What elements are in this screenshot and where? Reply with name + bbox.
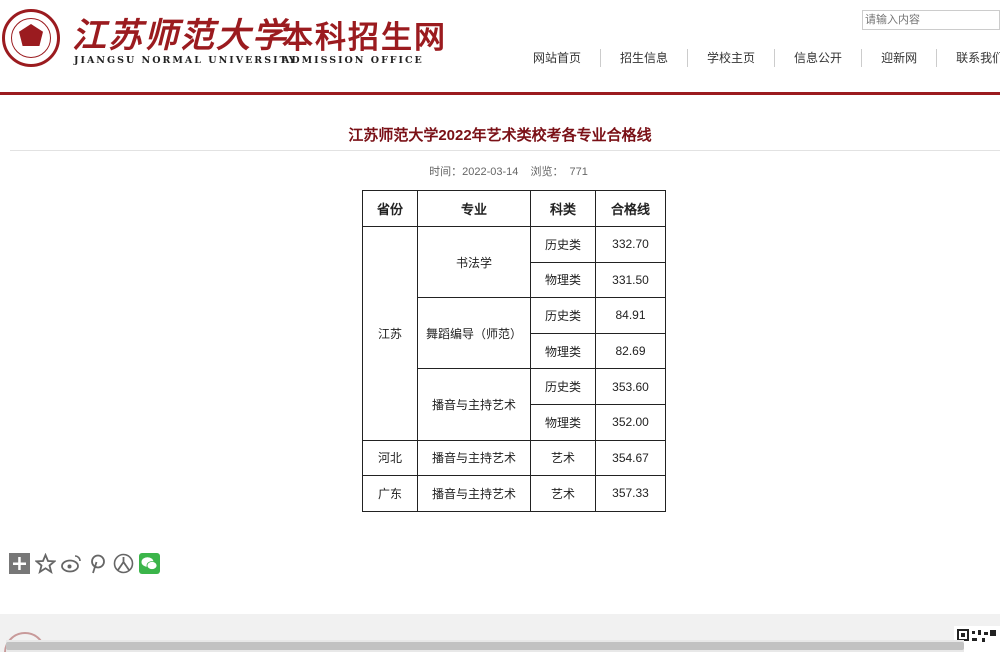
score-cell: 84.91 (595, 297, 666, 334)
article-title: 江苏师范大学2022年艺术类校考各专业合格线 (348, 127, 652, 144)
scrollbar-thumb[interactable] (6, 642, 964, 650)
nav-school-home[interactable]: 学校主页 (688, 49, 776, 67)
major-cell: 播音与主持艺术 (417, 475, 531, 512)
search-input[interactable] (862, 10, 1000, 30)
admission-office-title-en: ADMISSION OFFICE (282, 55, 424, 66)
score-cell: 353.60 (595, 368, 666, 405)
nav-home[interactable]: 网站首页 (514, 49, 602, 67)
horizontal-scrollbar[interactable] (6, 640, 964, 652)
score-cell: 332.70 (595, 226, 666, 263)
wechat-icon[interactable] (139, 553, 160, 574)
nav-contact-us[interactable]: 联系我们 (937, 49, 1000, 67)
article-meta: 时间：2022-03-14 浏览： 771 (0, 163, 1000, 179)
major-cell: 播音与主持艺术 (417, 439, 531, 477)
score-cell: 331.50 (595, 261, 666, 299)
score-cell: 352.00 (595, 403, 666, 441)
table-row: 河北 播音与主持艺术 艺术 354.67 (362, 439, 666, 477)
score-cell: 357.33 (595, 475, 666, 512)
header-major: 专业 (417, 190, 531, 227)
category-cell: 历史类 (530, 368, 596, 405)
share-bar (9, 553, 160, 574)
major-cell: 舞蹈编导（师范） (417, 297, 531, 370)
header-province: 省份 (362, 190, 418, 227)
table-row: 江苏 书法学 历史类 332.70 (362, 225, 666, 441)
category-cell: 物理类 (530, 261, 596, 299)
star-icon[interactable] (35, 553, 56, 574)
table-row: 广东 播音与主持艺术 艺术 357.33 (362, 475, 666, 512)
renren-icon[interactable] (113, 553, 134, 574)
weibo-icon[interactable] (61, 553, 82, 574)
nav-admission-info[interactable]: 招生信息 (601, 49, 689, 67)
header-score: 合格线 (595, 190, 666, 227)
university-seal-logo[interactable] (2, 9, 60, 67)
score-table: 省份 专业 科类 合格线 江苏 书法学 历史类 332.70 物理类 331.5… (362, 190, 666, 512)
nav-freshmen[interactable]: 迎新网 (862, 49, 938, 67)
category-cell: 物理类 (530, 403, 596, 441)
category-cell: 艺术 (530, 475, 596, 512)
brand-name-cn: 江苏师范大学 (72, 16, 288, 56)
site-header: 江苏师范大学 本科招生网 JIANGSU NORMAL UNIVERSITY A… (0, 0, 1000, 92)
admission-office-title-cn: 本科招生网 (282, 20, 447, 56)
views-label: 浏览： 771 (527, 166, 590, 178)
views-count: 771 (569, 166, 588, 178)
header-category: 科类 (530, 190, 596, 227)
nav-info-disclosure[interactable]: 信息公开 (775, 49, 863, 67)
title-divider (10, 150, 1000, 151)
category-cell: 物理类 (530, 332, 596, 370)
publish-time: 时间：2022-03-14 (429, 166, 519, 178)
province-cell: 河北 (362, 439, 418, 477)
pinterest-icon[interactable] (87, 553, 108, 574)
major-cell: 书法学 (417, 225, 531, 299)
main-nav: 网站首页 招生信息 学校主页 信息公开 迎新网 联系我们 (514, 48, 1000, 68)
province-cell: 广东 (362, 475, 418, 512)
province-cell: 江苏 (362, 226, 418, 441)
major-cell: 播音与主持艺术 (417, 368, 531, 441)
table-header-row: 省份 专业 科类 合格线 (362, 190, 666, 227)
header-divider-bar (0, 92, 1000, 95)
score-cell: 82.69 (595, 332, 666, 370)
views-label-text: 浏览： (530, 166, 564, 178)
category-cell: 历史类 (530, 297, 596, 334)
plus-icon[interactable] (9, 553, 30, 574)
category-cell: 历史类 (530, 226, 596, 263)
brand-name-en: JIANGSU NORMAL UNIVERSITY (74, 55, 298, 66)
score-cell: 354.67 (595, 439, 666, 477)
category-cell: 艺术 (530, 439, 596, 477)
